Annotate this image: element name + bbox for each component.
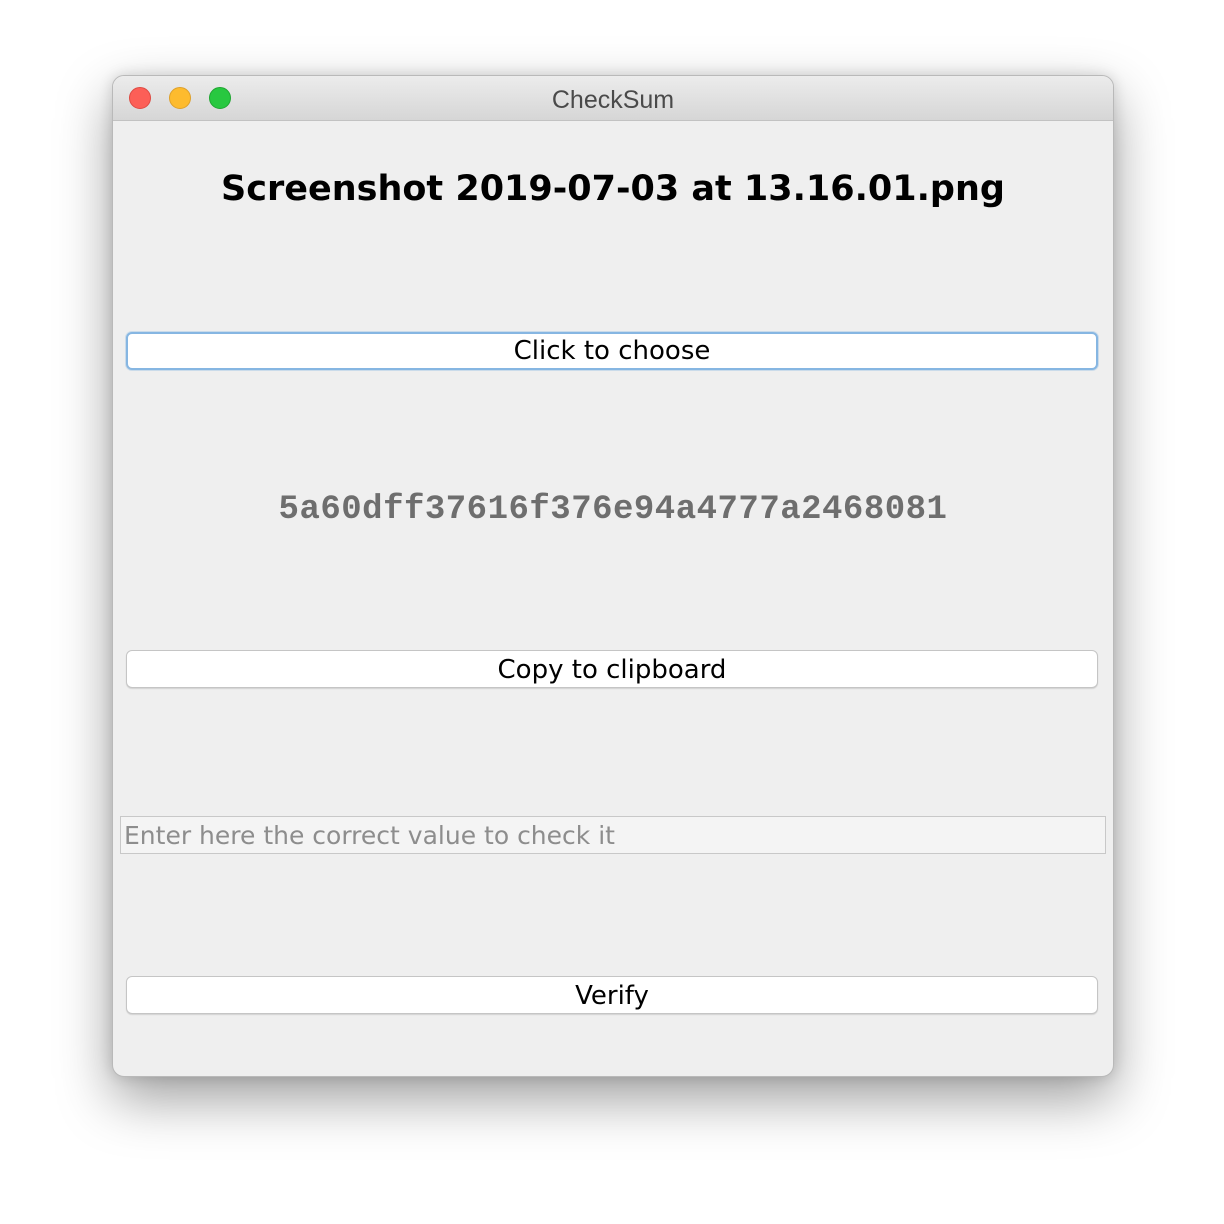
verify-button[interactable]: Verify — [126, 976, 1098, 1014]
main-content: Screenshot 2019-07-03 at 13.16.01.png Cl… — [113, 121, 1113, 1076]
checksum-value: 5a60dff37616f376e94a4777a2468081 — [278, 491, 948, 529]
title-bar[interactable]: CheckSum — [113, 76, 1113, 121]
verify-value-input[interactable] — [120, 816, 1106, 854]
copy-to-clipboard-button[interactable]: Copy to clipboard — [126, 650, 1098, 688]
app-window: CheckSum Screenshot 2019-07-03 at 13.16.… — [112, 75, 1114, 1077]
choose-file-button[interactable]: Click to choose — [126, 332, 1098, 370]
selected-file-name: Screenshot 2019-07-03 at 13.16.01.png — [221, 169, 1005, 209]
window-title: CheckSum — [551, 86, 675, 114]
